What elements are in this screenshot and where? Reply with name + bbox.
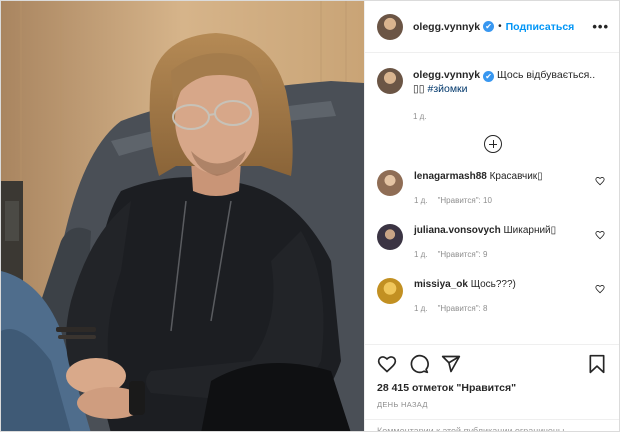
comment-time: 1 д. [414,250,428,259]
caption-time: 1 д. [413,112,427,121]
comment-icon[interactable] [409,354,429,374]
follow-button[interactable]: Подписаться [506,21,575,33]
author-avatar[interactable] [377,13,403,40]
caption-avatar[interactable] [377,68,403,94]
photo-illustration [1,1,364,431]
more-options-icon[interactable]: ••• [592,19,609,34]
comments-restricted-notice: Комментарии к этой публикации ограничены [365,419,619,431]
comment-item: lenagarmash88 Красавчик▯ 1 д. "Нравится":… [377,170,609,207]
comment-body: lenagarmash88 Красавчик▯ 1 д. "Нравится":… [414,170,609,207]
share-icon[interactable] [441,354,461,374]
comment-like-heart-icon[interactable] [595,284,605,294]
post-header: olegg.vynnyk ✔ • Подписаться ••• [365,1,619,53]
commenter-avatar[interactable] [377,278,403,304]
comment-item: missiya_ok Щось???) 1 д. "Нравится": 8 [377,278,609,315]
post-caption: olegg.vynnyk ✔ Щось відбувається.. ▯▯ #зй… [377,68,609,96]
commenter-username[interactable]: juliana.vonsovych [414,225,501,236]
post-actions: 28 415 отметок "Нравится" День назад [365,344,619,409]
comment-time: 1 д. [414,304,428,313]
plus-circle-icon[interactable] [484,135,502,153]
heart-icon[interactable] [377,354,397,374]
action-icons-row [377,353,609,375]
bookmark-icon[interactable] [587,354,607,374]
post-photo[interactable] [1,1,364,431]
comment-item: juliana.vonsovych Шикарний▯ 1 д. "Нравитс… [377,224,609,261]
post-date: День назад [377,400,428,409]
comment-text: Красавчик▯ [489,171,543,182]
instagram-post-window: olegg.vynnyk ✔ • Подписаться ••• olegg.v… [0,0,620,432]
load-more-comments[interactable] [377,135,609,153]
comment-time: 1 д. [414,196,428,205]
comment-like-heart-icon[interactable] [595,176,605,186]
author-username[interactable]: olegg.vynnyk [413,21,480,33]
likes-count[interactable]: 28 415 отметок "Нравится" [377,382,609,394]
caption-hashtag[interactable]: #зйомки [427,83,467,95]
commenter-avatar[interactable] [377,170,403,196]
comment-like-heart-icon[interactable] [595,230,605,240]
post-side-panel: olegg.vynnyk ✔ • Подписаться ••• olegg.v… [364,1,619,431]
comment-text: Щось???) [470,279,516,290]
comment-meta: 1 д. "Нравится": 10 [414,194,609,207]
commenter-username[interactable]: missiya_ok [414,279,468,290]
comment-likes[interactable]: "Нравится": 8 [438,304,488,313]
comment-meta: 1 д. "Нравится": 8 [414,302,609,315]
comment-likes[interactable]: "Нравится": 9 [438,250,488,259]
commenter-avatar[interactable] [377,224,403,250]
separator-dot: • [498,21,502,32]
commenter-username[interactable]: lenagarmash88 [414,171,487,182]
caption-emoji: ▯▯ [413,83,425,95]
caption-username[interactable]: olegg.vynnyk [413,69,480,81]
comment-body: juliana.vonsovych Шикарний▯ 1 д. "Нравитс… [414,224,609,261]
comments-section[interactable]: olegg.vynnyk ✔ Щось відбувається.. ▯▯ #зй… [365,54,619,344]
verified-badge-icon: ✔ [483,21,495,32]
comment-meta: 1 д. "Нравится": 9 [414,248,609,261]
caption-text: Щось відбувається.. [497,69,596,81]
caption-verified-icon: ✔ [483,71,495,82]
caption-text-block: olegg.vynnyk ✔ Щось відбувається.. ▯▯ #зй… [413,68,595,96]
comment-likes[interactable]: "Нравится": 10 [438,196,492,205]
comment-text: Шикарний▯ [503,225,557,236]
comment-body: missiya_ok Щось???) 1 д. "Нравится": 8 [414,278,609,315]
